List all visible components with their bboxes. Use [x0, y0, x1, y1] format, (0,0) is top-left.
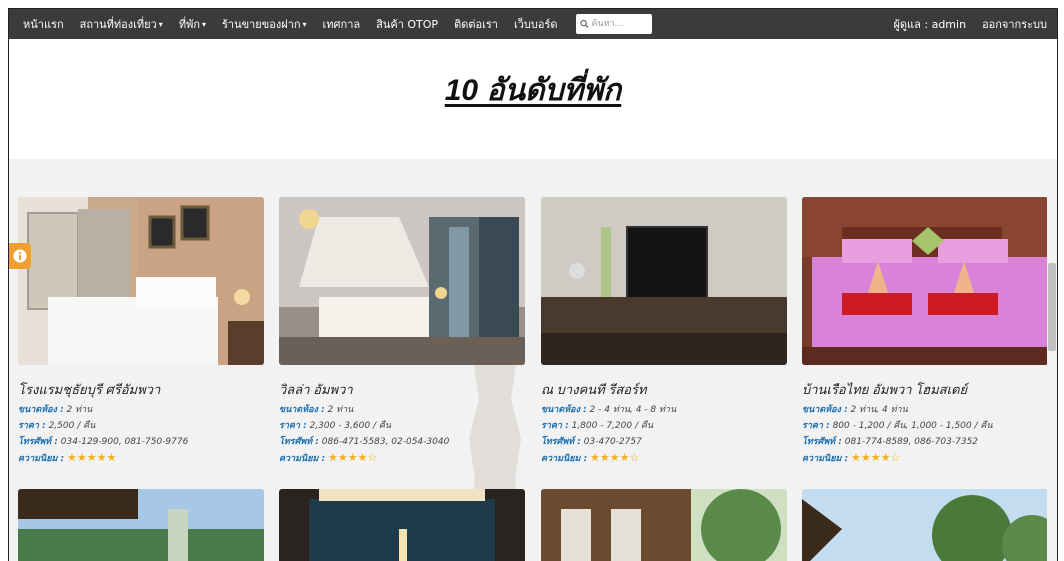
star-rating-icon: ★★★★☆: [328, 451, 378, 464]
nav-otop[interactable]: สินค้า OTOP: [368, 9, 446, 39]
room-size-row: ขนาดห้อง : 2 - 4 ท่าน, 4 - 8 ท่าน: [541, 402, 787, 418]
hotel-photo[interactable]: [802, 197, 1048, 365]
page-title: 10 อันดับที่พัก: [444, 74, 622, 107]
nav-festivals[interactable]: เทศกาล: [315, 9, 369, 39]
nav-accommodation-label: ที่พัก: [178, 18, 200, 31]
rating-row: ความนิยม : ★★★★★: [18, 450, 264, 467]
search-icon: [579, 19, 589, 29]
hotel-photo[interactable]: [279, 489, 525, 561]
hotel-name[interactable]: วิลล่า อัมพวา: [279, 379, 525, 400]
search-box[interactable]: [575, 14, 652, 34]
star-rating-icon: ★★★★☆: [590, 451, 640, 464]
phone-row: โทรศัพท์ : 086-471-5583, 02-054-3040: [279, 434, 525, 450]
star-rating-icon: ★★★★★: [67, 451, 117, 464]
rating-key: ความนิยม :: [18, 454, 65, 464]
price-key: ราคา :: [802, 421, 830, 431]
price-row: ราคา : 2,300 - 3,600 / คืน: [279, 418, 525, 434]
price-key: ราคา :: [18, 421, 46, 431]
hotel-name[interactable]: ณ บางคนที รีสอร์ท: [541, 379, 787, 400]
hotel-card[interactable]: วิลล่า อัมพวา ขนาดห้อง : 2 ท่าน ราคา : 2…: [279, 197, 525, 467]
phone-row: โทรศัพท์ : 081-774-8589, 086-703-7352: [802, 434, 1048, 450]
caret-down-icon: ▾: [302, 19, 307, 29]
hotel-card[interactable]: โรงแรมชุธัยบุรี ศรีอัมพวา ขนาดห้อง : 2 ท…: [18, 197, 264, 467]
scrollbar-thumb[interactable]: [1048, 263, 1056, 351]
hotel-photo[interactable]: [18, 197, 264, 365]
logout-link[interactable]: ออกจากระบบ: [974, 9, 1055, 39]
hotel-photo[interactable]: [802, 489, 1048, 561]
nav-home[interactable]: หน้าแรก: [9, 9, 72, 39]
phone-row: โทรศัพท์ : 034-129-900, 081-750-9776: [18, 434, 264, 450]
hotel-photo[interactable]: [541, 197, 787, 365]
rating-row: ความนิยม : ★★★★☆: [541, 450, 787, 467]
search-input[interactable]: [588, 19, 648, 29]
phone-key: โทรศัพท์ :: [541, 437, 581, 447]
phone-key: โทรศัพท์ :: [802, 437, 842, 447]
hotel-photo[interactable]: [541, 489, 787, 561]
price-row: ราคา : 800 - 1,200 / คืน, 1,000 - 1,500 …: [802, 418, 1048, 434]
hotel-photo[interactable]: [279, 197, 525, 365]
hotel-card[interactable]: ณ บางคนที รีสอร์ท ขนาดห้อง : 2 - 4 ท่าน,…: [541, 197, 787, 467]
phone-value: 03-470-2757: [583, 437, 642, 447]
admin-user-label[interactable]: ผู้ดูแล : admin: [879, 9, 974, 39]
price-value: 800 - 1,200 / คืน, 1,000 - 1,500 / คืน: [832, 421, 993, 431]
info-icon: [13, 249, 27, 263]
room-size-row: ขนาดห้อง : 2 ท่าน: [279, 402, 525, 418]
price-key: ราคา :: [541, 421, 569, 431]
caret-down-icon: ▾: [201, 19, 206, 29]
nav-webboard[interactable]: เว็บบอร์ด: [506, 9, 566, 39]
price-row: ราคา : 1,800 - 7,200 / คืน: [541, 418, 787, 434]
nav-attractions-label: สถานที่ท่องเที่ยว: [79, 18, 157, 31]
phone-value: 034-129-900, 081-750-9776: [60, 437, 189, 447]
nav-festivals-label: เทศกาล: [322, 18, 361, 31]
room-size-row: ขนาดห้อง : 2 ท่าน, 4 ท่าน: [802, 402, 1048, 418]
hotel-name[interactable]: บ้านเรือไทย อัมพวา โฮมสเตย์: [802, 379, 1048, 400]
nav-otop-label: สินค้า OTOP: [376, 18, 439, 31]
price-value: 2,300 - 3,600 / คืน: [309, 421, 392, 431]
room-size-key: ขนาดห้อง :: [279, 405, 325, 415]
nav-contact-label: ติดต่อเรา: [454, 18, 498, 31]
hotel-name[interactable]: โรงแรมชุธัยบุรี ศรีอัมพวา: [18, 379, 264, 400]
nav-souvenir-label: ร้านขายของฝาก: [222, 18, 301, 31]
rating-row: ความนิยม : ★★★★☆: [279, 450, 525, 467]
room-size-key: ขนาดห้อง :: [802, 405, 848, 415]
content-area: โรงแรมชุธัยบุรี ศรีอัมพวา ขนาดห้อง : 2 ท…: [9, 159, 1057, 561]
title-section: 10 อันดับที่พัก: [9, 39, 1057, 159]
room-size-value: 2 ท่าน, 4 ท่าน: [850, 405, 908, 415]
nav-contact[interactable]: ติดต่อเรา: [446, 9, 506, 39]
room-size-value: 2 ท่าน: [327, 405, 354, 415]
phone-row: โทรศัพท์ : 03-470-2757: [541, 434, 787, 450]
info-tab[interactable]: [9, 243, 31, 269]
price-row: ราคา : 2,500 / คืน: [18, 418, 264, 434]
hotel-card[interactable]: บ้านเรือไทย อัมพวา โฮมสเตย์ ขนาดห้อง : 2…: [802, 197, 1048, 467]
hotel-photo[interactable]: [18, 489, 264, 561]
caret-down-icon: ▾: [158, 19, 163, 29]
browser-viewport: หน้าแรก สถานที่ท่องเที่ยว ▾ ที่พัก ▾ ร้านข…: [8, 8, 1058, 561]
rating-key: ความนิยม :: [802, 454, 849, 464]
price-key: ราคา :: [279, 421, 307, 431]
nav-attractions[interactable]: สถานที่ท่องเที่ยว ▾: [72, 9, 171, 39]
room-size-value: 2 - 4 ท่าน, 4 - 8 ท่าน: [589, 405, 677, 415]
nav-webboard-label: เว็บบอร์ด: [513, 18, 558, 31]
rating-row: ความนิยม : ★★★★☆: [802, 450, 1048, 467]
rating-key: ความนิยม :: [541, 454, 588, 464]
room-size-value: 2 ท่าน: [66, 405, 93, 415]
nav-home-label: หน้าแรก: [23, 18, 64, 31]
phone-value: 086-471-5583, 02-054-3040: [321, 437, 450, 447]
top-navbar: หน้าแรก สถานที่ท่องเที่ยว ▾ ที่พัก ▾ ร้านข…: [9, 9, 1057, 39]
room-size-row: ขนาดห้อง : 2 ท่าน: [18, 402, 264, 418]
phone-key: โทรศัพท์ :: [18, 437, 58, 447]
price-value: 1,800 - 7,200 / คืน: [571, 421, 654, 431]
price-value: 2,500 / คืน: [48, 421, 96, 431]
logout-text: ออกจากระบบ: [982, 18, 1047, 31]
nav-accommodation[interactable]: ที่พัก ▾: [171, 9, 214, 39]
phone-key: โทรศัพท์ :: [279, 437, 319, 447]
room-size-key: ขนาดห้อง :: [18, 405, 64, 415]
phone-value: 081-774-8589, 086-703-7352: [844, 437, 979, 447]
star-rating-icon: ★★★★☆: [851, 451, 901, 464]
rating-key: ความนิยม :: [279, 454, 326, 464]
page-scrollbar[interactable]: [1047, 159, 1057, 561]
admin-user-text: ผู้ดูแล : admin: [893, 18, 967, 31]
room-size-key: ขนาดห้อง :: [541, 405, 587, 415]
nav-souvenir-shops[interactable]: ร้านขายของฝาก ▾: [214, 9, 315, 39]
